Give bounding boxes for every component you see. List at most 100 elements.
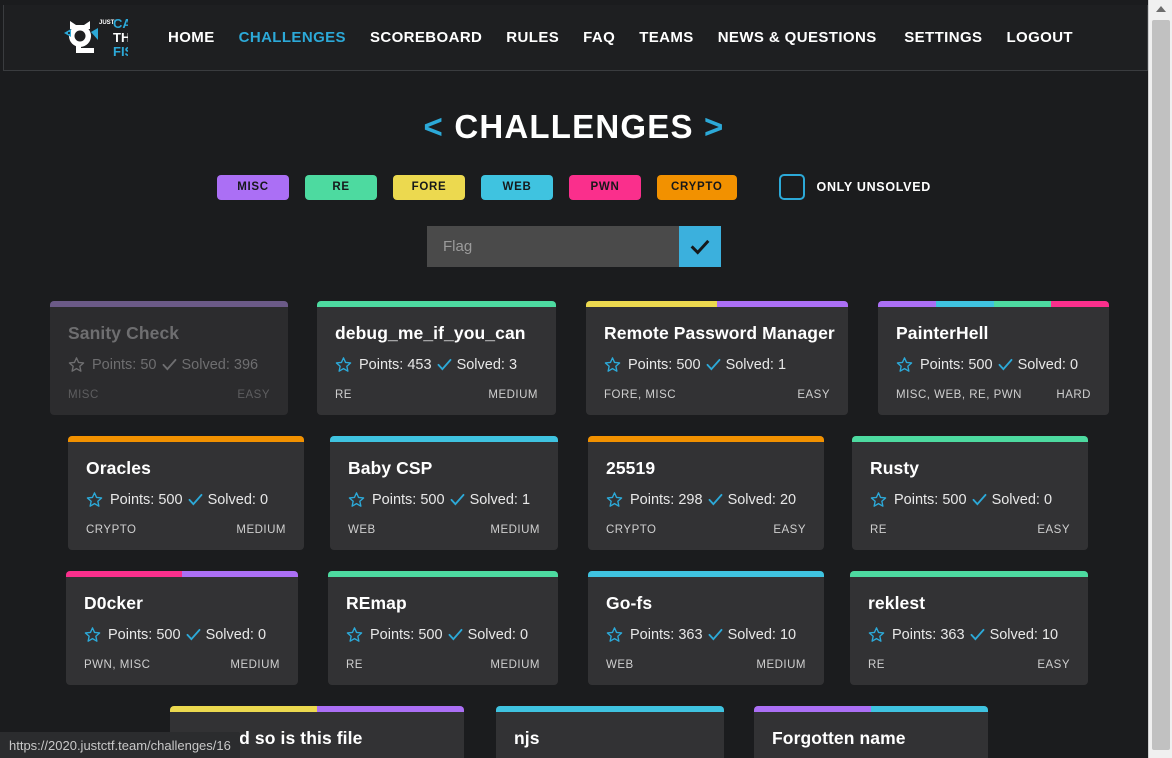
nav-link-logout[interactable]: LOGOUT (994, 23, 1085, 52)
filter-chip-crypto[interactable]: CRYPTO (657, 174, 737, 200)
star-icon (86, 492, 103, 507)
challenge-card[interactable]: Sanity Check Points: 50 Solved: 396 MISC EAS… (50, 301, 288, 415)
star-icon (896, 357, 913, 372)
challenge-card[interactable]: reklest Points: 363 Solved: 10 RE EASY (850, 571, 1088, 685)
page-title: < CHALLENGES > (0, 108, 1148, 146)
star-icon (870, 492, 887, 507)
challenge-card-body: Remote Password Manager Points: 500 Solved… (586, 307, 848, 415)
challenge-stats: Points: 500 Solved: 0 (896, 356, 1091, 373)
star-icon-wrap (348, 491, 365, 508)
svg-text:FISH: FISH (113, 44, 128, 59)
solved-check-icon-wrap (449, 491, 466, 508)
challenge-card[interactable]: REmap Points: 500 Solved: 0 RE MEDIUM (328, 571, 558, 685)
filter-chip-pwn[interactable]: PWN (569, 174, 642, 200)
star-icon-wrap (346, 626, 363, 643)
challenge-card[interactable]: njs (496, 706, 724, 758)
challenge-card[interactable]: debug_me_if_you_can Points: 453 Solved: 3 R… (317, 301, 556, 415)
challenge-solved-count: Solved: 10 (989, 626, 1059, 643)
challenge-solved-count: Solved: 1 (725, 356, 787, 373)
vertical-scrollbar[interactable] (1148, 0, 1172, 758)
challenge-card[interactable]: Rusty Points: 500 Solved: 0 RE EASY (852, 436, 1088, 550)
challenge-card[interactable]: 25519 Points: 298 Solved: 20 CRYPTO EASY (588, 436, 824, 550)
site-logo[interactable]: JUST CAT THE FISH (64, 15, 128, 61)
challenge-categories: MISC, WEB, RE, PWN (896, 389, 1022, 401)
challenge-title: Baby CSP (348, 458, 433, 478)
nav-link-rules[interactable]: RULES (494, 23, 571, 52)
nav-link-home[interactable]: HOME (156, 23, 227, 52)
only-unsolved-checkbox[interactable] (778, 174, 805, 200)
scrollbar-thumb[interactable] (1152, 20, 1170, 750)
challenge-solved-count: Solved: 0 (205, 626, 267, 643)
star-icon (84, 627, 101, 642)
nav-link-teams[interactable]: TEAMS (627, 23, 706, 52)
challenge-card[interactable]: Forgotten name (754, 706, 988, 758)
solved-check-icon-wrap (707, 626, 724, 643)
challenge-card-footer: CRYPTO MEDIUM (86, 510, 286, 536)
challenge-card[interactable]: D0cker Points: 500 Solved: 0 PWN, MISC MEDIU… (66, 571, 298, 685)
check-icon (186, 628, 201, 641)
filter-chip-misc[interactable]: MISC (217, 174, 290, 200)
scroll-up-arrow[interactable] (1149, 0, 1172, 18)
main-content: < CHALLENGES > MISC RE FORE WEB PWN CRYP… (0, 72, 1148, 758)
nav-link-settings[interactable]: SETTINGS (892, 23, 994, 52)
nav-link-faq[interactable]: FAQ (571, 23, 627, 52)
flag-input[interactable] (427, 226, 679, 267)
star-icon-wrap (84, 626, 101, 643)
category-filter-bar: MISC RE FORE WEB PWN CRYPTO ONLY UNSOLVE… (0, 174, 1148, 200)
challenge-solved-count: Solved: 3 (456, 356, 518, 373)
challenge-stats: Points: 453 Solved: 3 (335, 356, 538, 373)
challenge-title: PainterHell (896, 323, 989, 343)
challenge-card-body: REmap Points: 500 Solved: 0 RE MEDIUM (328, 577, 558, 685)
star-icon-wrap (604, 356, 621, 373)
challenge-card[interactable]: PainterHell Points: 500 Solved: 0 MISC, WEB… (878, 301, 1109, 415)
challenge-title: Rusty (870, 458, 920, 478)
filter-chip-web[interactable]: WEB (481, 174, 554, 200)
svg-text:THE: THE (113, 30, 128, 45)
check-icon (450, 493, 465, 506)
challenge-points: Points: 500 (108, 626, 181, 643)
star-icon-wrap (606, 626, 623, 643)
challenge-stats: Points: 50 Solved: 396 (68, 356, 270, 373)
check-icon (188, 493, 203, 506)
challenge-points: Points: 500 (628, 356, 701, 373)
challenge-card-footer: WEB MEDIUM (348, 510, 540, 536)
nav-link-scoreboard[interactable]: SCOREBOARD (358, 23, 494, 52)
flag-bar (427, 226, 721, 267)
challenge-card-footer: RE EASY (868, 645, 1070, 671)
solved-check-icon-wrap (187, 491, 204, 508)
solved-check-icon-wrap (971, 491, 988, 508)
challenge-card-body: Go-fs Points: 363 Solved: 10 WEB MEDIUM (588, 577, 824, 685)
challenge-title: njs (514, 728, 540, 748)
nav-link-challenges[interactable]: CHALLENGES (227, 23, 358, 52)
challenge-stats: Points: 363 Solved: 10 (606, 626, 806, 643)
challenge-categories: RE (870, 524, 887, 536)
challenge-card-footer: FORE, MISC EASY (604, 375, 830, 401)
challenge-solved-count: Solved: 20 (727, 491, 797, 508)
star-icon (68, 357, 85, 372)
challenge-stats: Points: 363 Solved: 10 (868, 626, 1070, 643)
nav-link-news-questions[interactable]: NEWS & QUESTIONS (706, 23, 889, 52)
flag-submit-button[interactable] (679, 226, 721, 267)
star-icon-wrap (68, 356, 85, 373)
challenge-points: Points: 500 (370, 626, 443, 643)
challenge-card-body: Oracles Points: 500 Solved: 0 CRYPTO MEDIUM (68, 442, 304, 550)
challenge-card[interactable]: Go-fs Points: 363 Solved: 10 WEB MEDIUM (588, 571, 824, 685)
challenge-stats: Points: 500 Solved: 1 (348, 491, 540, 508)
challenge-stats: Points: 500 Solved: 0 (84, 626, 280, 643)
challenge-card-body: reklest Points: 363 Solved: 10 RE EASY (850, 577, 1088, 685)
check-icon (708, 493, 723, 506)
challenge-card[interactable]: Oracles Points: 500 Solved: 0 CRYPTO MEDIUM (68, 436, 304, 550)
solved-check-icon-wrap (436, 356, 453, 373)
challenge-card-footer: MISC EASY (68, 375, 270, 401)
challenge-card[interactable]: Remote Password Manager Points: 500 Solved… (586, 301, 848, 415)
challenge-card[interactable]: Baby CSP Points: 500 Solved: 1 WEB MEDIUM (330, 436, 558, 550)
filter-chip-re[interactable]: RE (305, 174, 378, 200)
challenge-solved-count: Solved: 0 (207, 491, 269, 508)
filter-chip-fore[interactable]: FORE (393, 174, 466, 200)
challenge-card-body: PainterHell Points: 500 Solved: 0 MISC, WEB… (878, 307, 1109, 415)
check-icon (998, 358, 1013, 371)
title-bracket-right: > (704, 108, 725, 145)
challenge-difficulty: HARD (1056, 389, 1091, 401)
solved-check-icon-wrap (969, 626, 986, 643)
check-icon (437, 358, 452, 371)
